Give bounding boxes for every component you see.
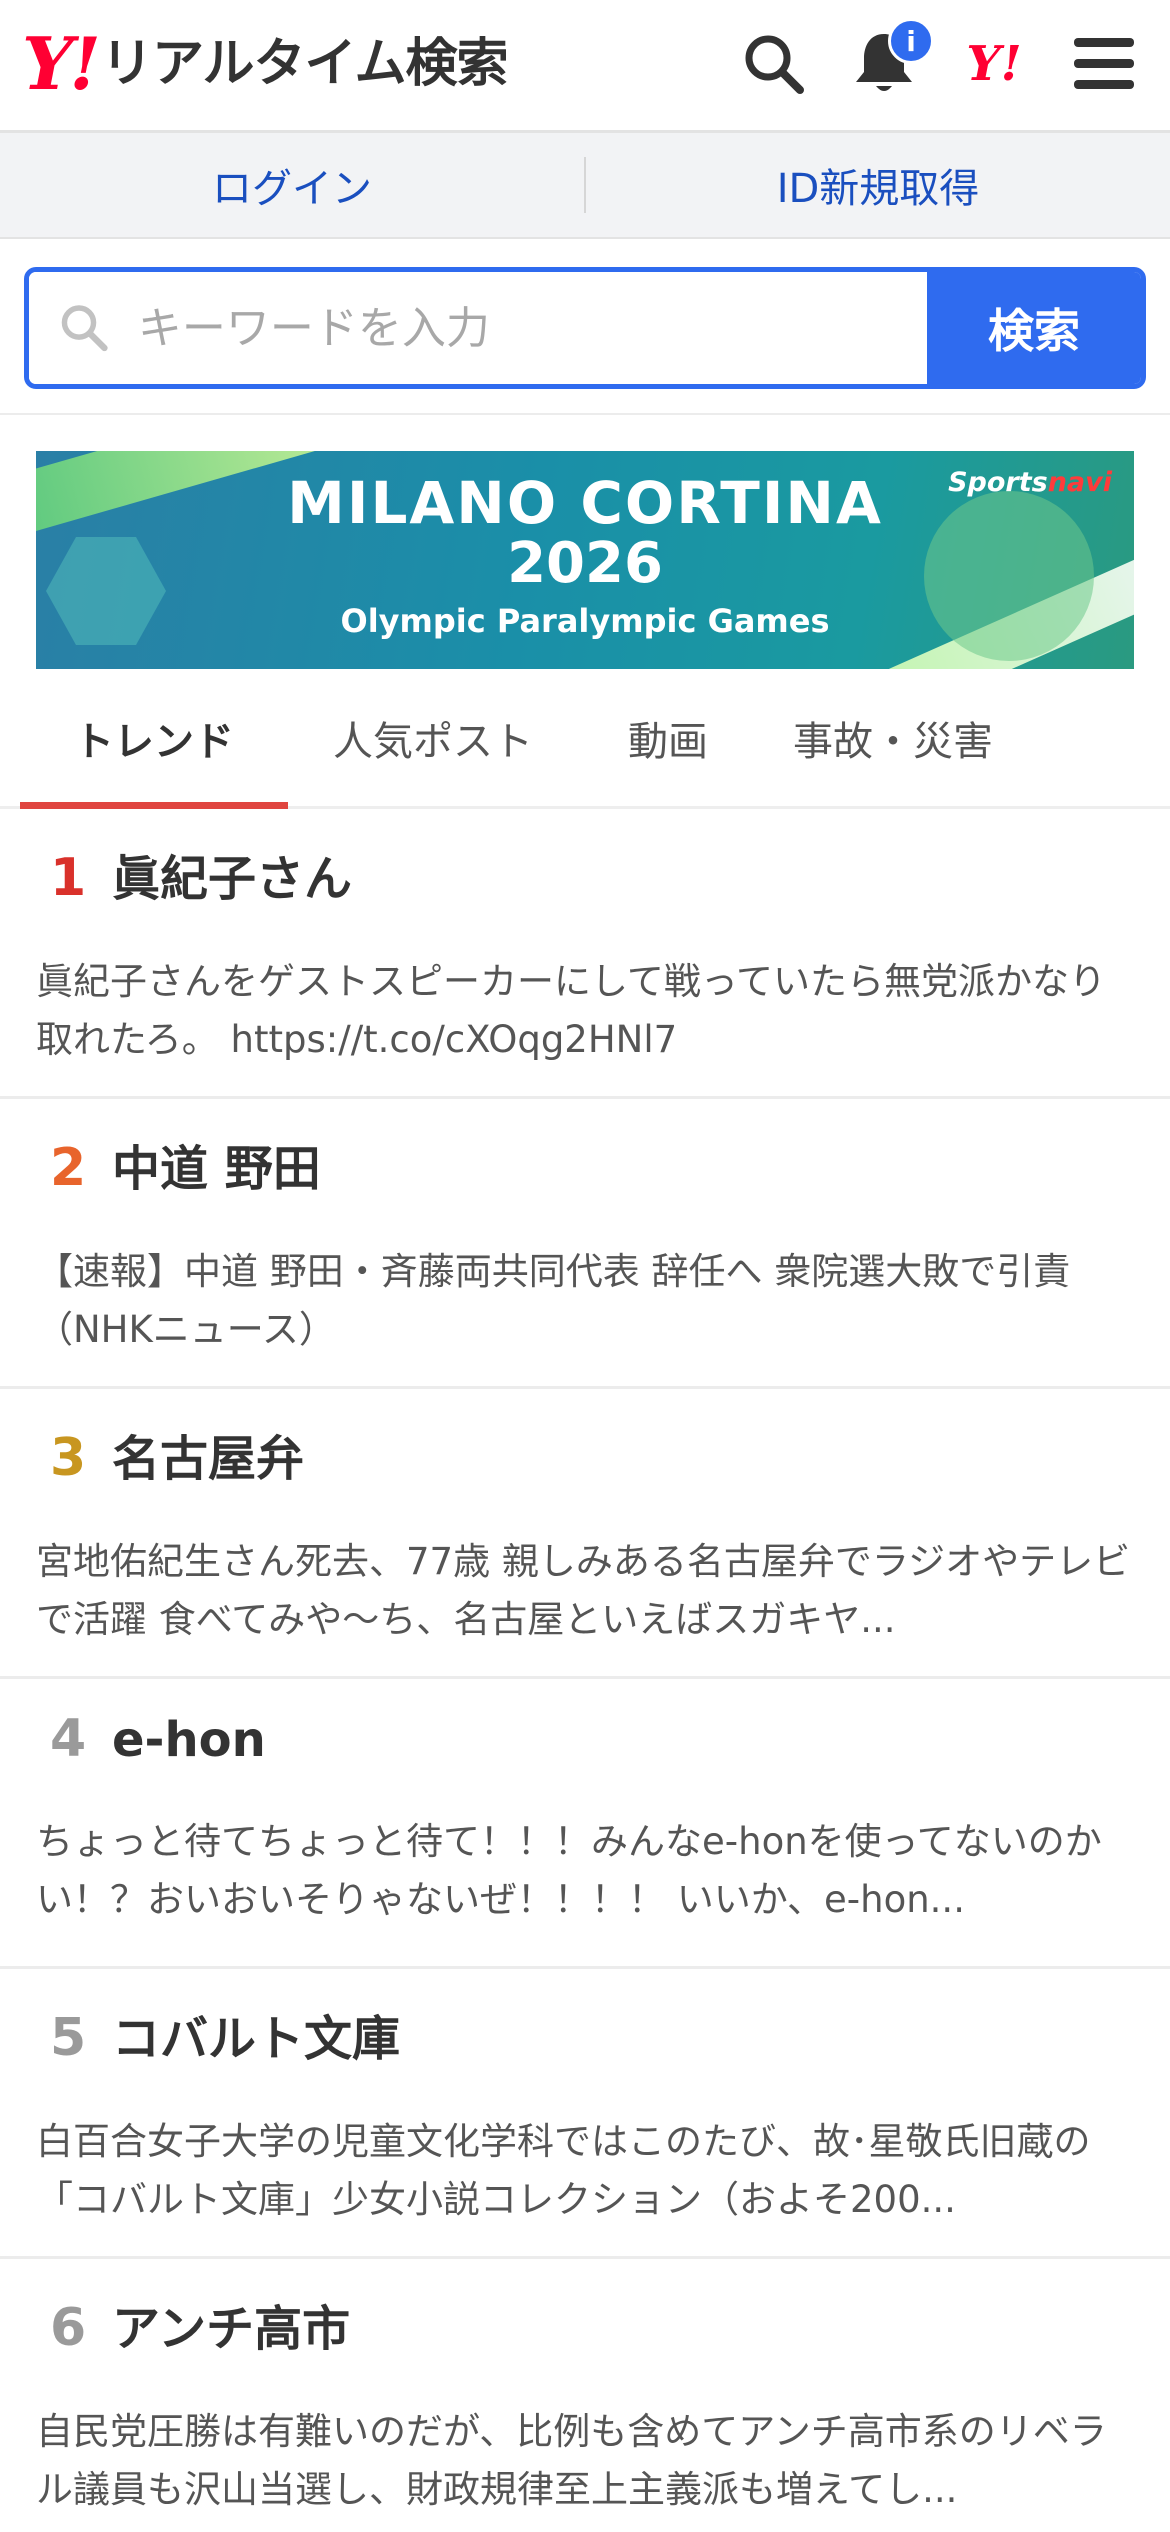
notification-badge: i xyxy=(888,18,934,64)
menu-button[interactable] xyxy=(1068,28,1140,100)
app-header: Y! リアルタイム検索 i Y! xyxy=(0,0,1170,133)
trend-item[interactable]: 2 中道 野田 【速報】中道 野田・斉藤両共同代表 辞任へ 衆院選大敗で引責 （… xyxy=(0,1099,1170,1389)
trend-description: 自民党圧勝は有難いのだが、比例も含めてアンチ高市系のリベラル議員も沢山当選し、財… xyxy=(36,2410,1107,2511)
header-icons: i Y! xyxy=(738,18,1140,100)
trend-item[interactable]: 4 e-hon ちょっと待てちょっと待て！！！みんなe-honを使ってないのかい… xyxy=(0,1679,1170,1969)
trend-description: 【速報】中道 野田・斉藤両共同代表 辞任へ 衆院選大敗で引責 （NHKニュース） xyxy=(36,1250,1071,1351)
trend-title: 眞紀子さん xyxy=(112,851,353,907)
yahoo-japan-link[interactable]: Y! xyxy=(958,28,1030,100)
banner-year: 2026 xyxy=(507,531,663,596)
search-button[interactable] xyxy=(738,28,810,100)
tab-accidents-disasters[interactable]: 事故・災害 xyxy=(758,709,1028,806)
trend-title: アンチ高市 xyxy=(112,2301,351,2357)
logo-text: リアルタイム検索 xyxy=(101,34,508,94)
trend-item[interactable]: 5 コバルト文庫 白百合女子大学の児童文化学科ではこのたび、故･星敬氏旧蔵の「コ… xyxy=(0,1969,1170,2259)
search-icon xyxy=(745,35,804,94)
notification-button[interactable]: i xyxy=(848,18,934,100)
trend-head: 6 アンチ高市 xyxy=(36,2289,1134,2359)
hamburger-menu-icon xyxy=(1074,38,1134,89)
trend-head: 3 名古屋弁 xyxy=(36,1419,1134,1489)
trend-rank: 3 xyxy=(50,1428,87,1488)
search-input-wrapper xyxy=(29,272,927,384)
trend-item[interactable]: 6 アンチ高市 自民党圧勝は有難いのだが、比例も含めてアンチ高市系のリベラル議員… xyxy=(0,2259,1170,2532)
trend-rank: 6 xyxy=(50,2298,87,2358)
tab-trend[interactable]: トレンド xyxy=(20,709,288,809)
trend-description: 白百合女子大学の児童文化学科ではこのたび、故･星敬氏旧蔵の「コバルト文庫」少女小… xyxy=(36,2120,1091,2221)
site-logo[interactable]: Y! リアルタイム検索 xyxy=(22,21,508,106)
trend-item[interactable]: 1 眞紀子さん 眞紀子さんをゲストスピーカーにして戦っていたら無党派かなり取れた… xyxy=(0,809,1170,1099)
tab-videos[interactable]: 動画 xyxy=(578,709,758,806)
trend-description: ちょっと待てちょっと待て！！！みんなe-honを使ってないのかい！？おいおいそり… xyxy=(36,1820,1102,1921)
trend-description: 眞紀子さんをゲストスピーカーにして戦っていたら無党派かなり取れたろ。 https… xyxy=(36,960,1107,1061)
category-tabs: トレンド 人気ポスト 動画 事故・災害 xyxy=(0,709,1170,809)
search-form: 検索 xyxy=(24,267,1146,389)
signup-link[interactable]: ID新規取得 xyxy=(586,156,1170,214)
search-section: 検索 xyxy=(0,239,1170,415)
search-input[interactable] xyxy=(137,302,927,354)
search-field-icon xyxy=(61,305,108,352)
trend-rank: 4 xyxy=(50,1709,87,1769)
trend-rank: 1 xyxy=(50,848,87,908)
trend-item[interactable]: 3 名古屋弁 宮地佑紀生さん死去、77歳 親しみある名古屋弁でラジオやテレビで活… xyxy=(0,1389,1170,1679)
yahoo-japan-icon: Y! xyxy=(966,36,1022,92)
trend-title: 中道 野田 xyxy=(112,1141,321,1197)
tab-popular-posts[interactable]: 人気ポスト xyxy=(288,709,578,806)
trend-title: 名古屋弁 xyxy=(112,1431,305,1487)
login-link[interactable]: ログイン xyxy=(0,156,584,214)
banner-subtitle: Olympic Paralympic Games xyxy=(340,602,830,640)
login-bar: ログイン ID新規取得 xyxy=(0,133,1170,239)
trend-head: 1 眞紀子さん xyxy=(36,839,1134,909)
trend-head: 4 e-hon xyxy=(36,1709,1134,1769)
trend-head: 2 中道 野田 xyxy=(36,1129,1134,1199)
trend-rank: 5 xyxy=(50,2008,87,2068)
olympic-banner[interactable]: Sportsnavi MILANO CORTINA 2026 Olympic P… xyxy=(36,451,1134,669)
trend-head: 5 コバルト文庫 xyxy=(36,1999,1134,2069)
trend-title: e-hon xyxy=(112,1712,266,1768)
trend-rank: 2 xyxy=(50,1138,87,1198)
trend-title: コバルト文庫 xyxy=(112,2011,401,2067)
trend-list: 1 眞紀子さん 眞紀子さんをゲストスピーカーにして戦っていたら無党派かなり取れた… xyxy=(0,809,1170,2532)
banner-title: MILANO CORTINA xyxy=(287,469,883,537)
search-submit-button[interactable]: 検索 xyxy=(927,272,1141,384)
yahoo-logo-mark: Y! xyxy=(22,21,101,106)
trend-description: 宮地佑紀生さん死去、77歳 親しみある名古屋弁でラジオやテレビで活躍 食べてみや… xyxy=(36,1540,1131,1641)
